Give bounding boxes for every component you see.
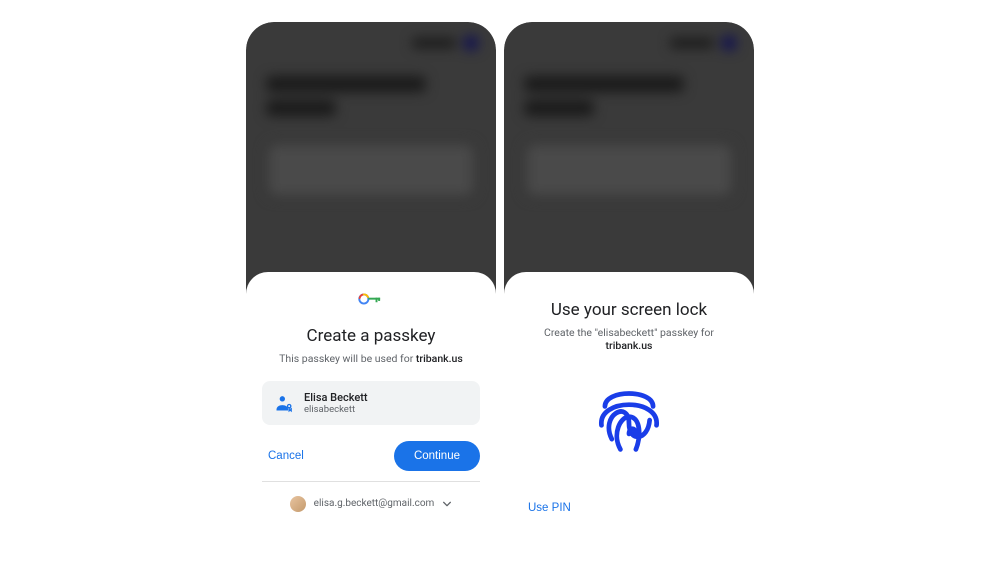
- account-switcher[interactable]: elisa.g.beckett@gmail.com: [262, 492, 480, 514]
- subtitle-prefix: This passkey will be used for: [279, 352, 416, 365]
- person-passkey-icon: [274, 393, 294, 413]
- continue-button[interactable]: Continue: [394, 441, 480, 471]
- subtitle-site: tribank.us: [606, 339, 653, 352]
- screen-lock-sheet: Use your screen lock Create the "elisabe…: [504, 272, 754, 562]
- phone-mockup-right: Use your screen lock Create the "elisabe…: [504, 22, 754, 562]
- account-card[interactable]: Elisa Beckett elisabeckett: [262, 381, 480, 425]
- use-pin-row: Use PIN: [520, 492, 738, 545]
- account-text: Elisa Beckett elisabeckett: [304, 391, 368, 415]
- sheet-title: Use your screen lock: [520, 300, 738, 320]
- google-passkey-logo-icon: [358, 290, 384, 312]
- sheet-subtitle: Create the "elisabeckett" passkey for tr…: [520, 326, 738, 352]
- switcher-email: elisa.g.beckett@gmail.com: [314, 498, 435, 509]
- chevron-down-icon: [442, 499, 452, 509]
- subtitle-site: tribank.us: [416, 352, 463, 365]
- blurred-background-content: [246, 22, 496, 282]
- account-username: elisabeckett: [304, 404, 368, 415]
- sheet-title: Create a passkey: [262, 326, 480, 346]
- avatar: [290, 496, 306, 512]
- use-pin-button[interactable]: Use PIN: [528, 502, 571, 514]
- phone-mockup-left: Create a passkey This passkey will be us…: [246, 22, 496, 562]
- create-passkey-sheet: Create a passkey This passkey will be us…: [246, 272, 496, 562]
- cancel-button[interactable]: Cancel: [262, 442, 310, 470]
- account-name: Elisa Beckett: [304, 391, 368, 404]
- sheet-actions: Cancel Continue: [262, 441, 480, 471]
- sheet-subtitle: This passkey will be used for tribank.us: [262, 352, 480, 365]
- subtitle-prefix: Create the "elisabeckett" passkey for: [544, 326, 714, 339]
- blurred-background-content: [504, 22, 754, 282]
- divider: [262, 481, 480, 482]
- fingerprint-icon[interactable]: [586, 372, 672, 462]
